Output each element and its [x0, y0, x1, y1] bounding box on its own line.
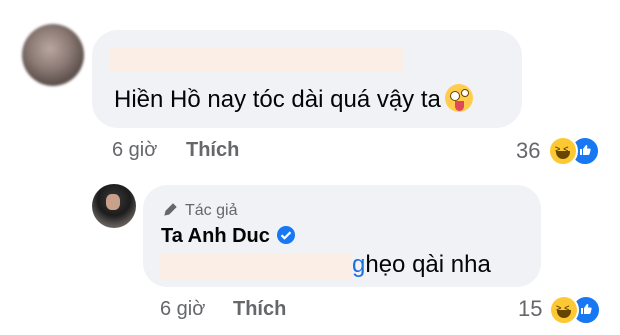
- author-avatar[interactable]: [92, 184, 136, 228]
- reply-bubble: Tác giả Ta Anh Duc ghẹo qài nha: [143, 185, 541, 287]
- haha-reaction-icon[interactable]: ><: [548, 136, 578, 166]
- mention-tail: g: [352, 251, 366, 278]
- redacted-commenter-name: [110, 48, 404, 72]
- pen-icon: [164, 203, 177, 216]
- comment-timestamp[interactable]: 6 giờ: [112, 139, 157, 162]
- haha-reaction-icon[interactable]: ><: [549, 295, 579, 325]
- reaction-count[interactable]: 36: [516, 138, 540, 164]
- zany-face-emoji-icon: [444, 84, 473, 112]
- reply-text: ghẹo qài nha: [352, 251, 491, 279]
- reply-reaction-count[interactable]: 15: [518, 296, 542, 322]
- comment-bubble: Hiền Hồ nay tóc dài quá vậy ta: [92, 30, 522, 128]
- reply-text-content: hẹo qài nha: [365, 251, 491, 278]
- commenter-avatar[interactable]: [22, 24, 84, 86]
- comment-text: Hiền Hồ nay tóc dài quá vậy ta: [114, 84, 473, 114]
- verified-check-icon: [276, 226, 295, 244]
- like-button[interactable]: Thích: [186, 139, 239, 162]
- comment-text-content: Hiền Hồ nay tóc dài quá vậy ta: [114, 86, 441, 113]
- author-name[interactable]: Ta Anh Duc: [161, 225, 296, 248]
- reply-timestamp[interactable]: 6 giờ: [160, 298, 205, 321]
- redacted-mention: [159, 253, 352, 279]
- reply-like-button[interactable]: Thích: [233, 298, 286, 321]
- author-name-label[interactable]: Ta Anh Duc: [161, 225, 270, 247]
- author-badge-label: Tác giả: [185, 202, 238, 219]
- author-badge: Tác giả: [163, 201, 237, 220]
